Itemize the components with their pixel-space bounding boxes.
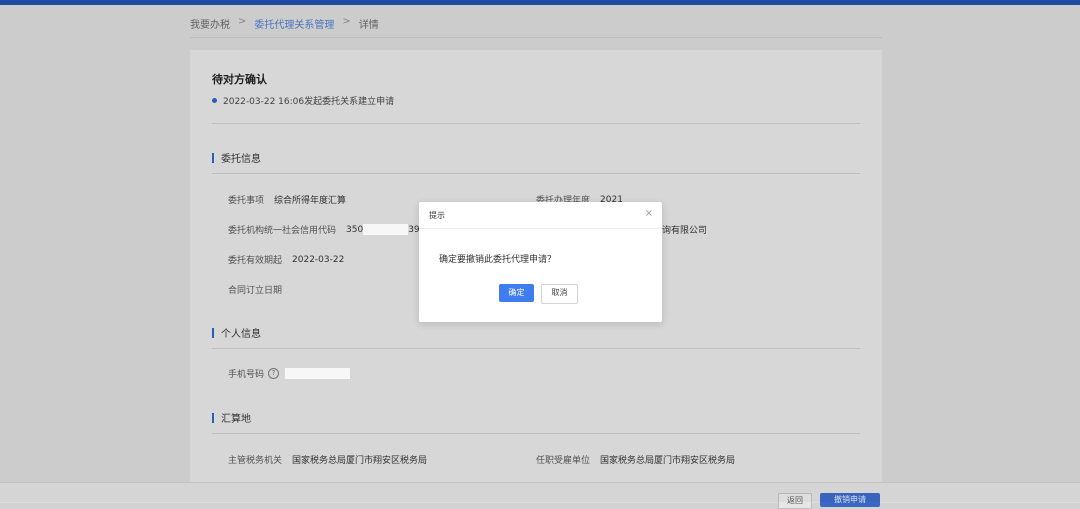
cancel-button[interactable]: 取消 — [541, 284, 578, 304]
dialog-message: 确定要撤销此委托代理申请？ — [439, 255, 557, 265]
confirm-dialog: 提示 × 确定要撤销此委托代理申请？ 确定 取消 — [419, 202, 662, 322]
confirm-button[interactable]: 确定 — [499, 284, 534, 302]
dialog-header: 提示 × — [419, 202, 662, 229]
dialog-title: 提示 — [429, 211, 445, 220]
close-icon[interactable]: × — [642, 207, 656, 221]
